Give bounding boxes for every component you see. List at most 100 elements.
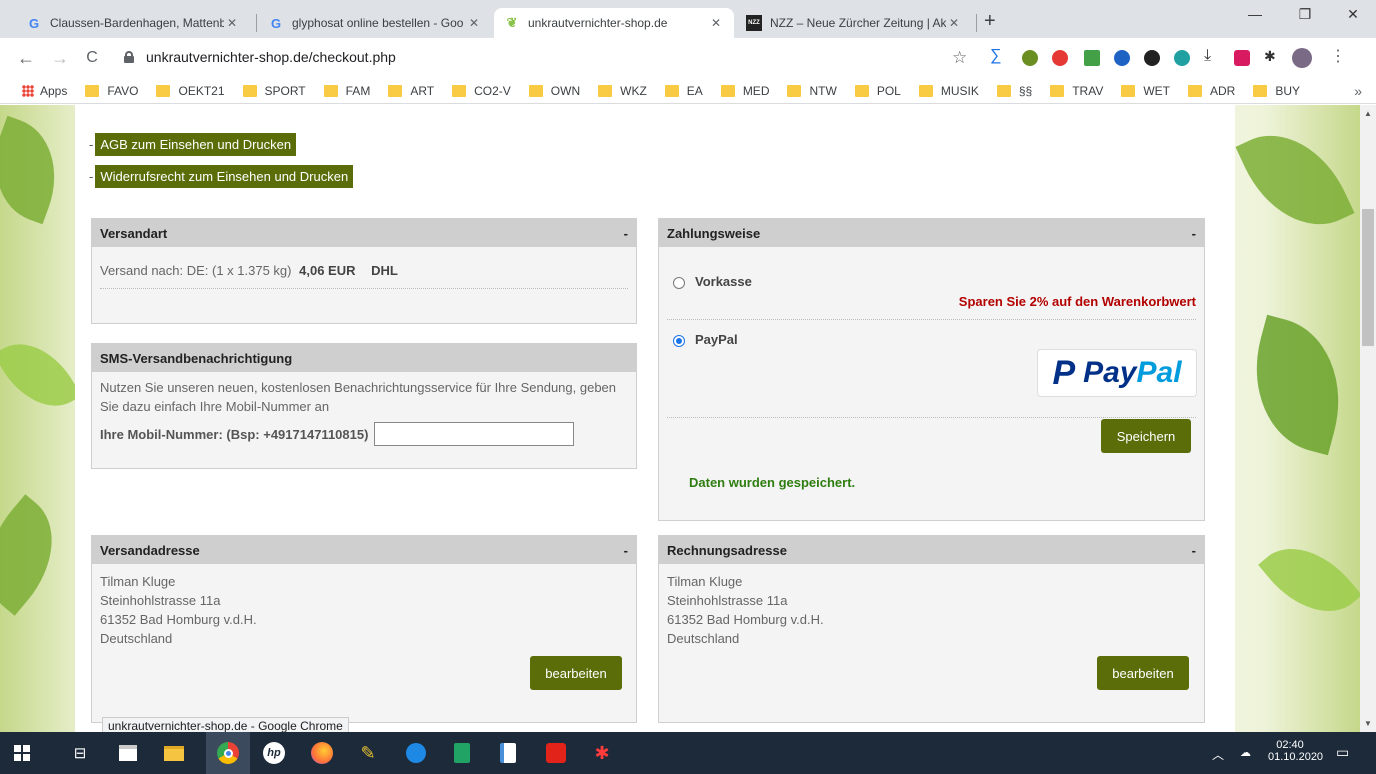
extension-icon[interactable]: [1174, 50, 1190, 66]
bookmarks-bar: Apps FAVO OEKT21 SPORT FAM ART CO2-V OWN…: [0, 78, 1376, 104]
avatar[interactable]: [1292, 48, 1312, 68]
option-label: Vorkasse: [695, 274, 752, 289]
collapse-toggle[interactable]: -: [624, 226, 628, 241]
puzzle-icon[interactable]: ✱: [1264, 48, 1280, 64]
menu-kebab-icon[interactable]: ⋮: [1330, 46, 1346, 65]
sigma-extension-icon[interactable]: ∑: [990, 47, 1008, 64]
radio-vorkasse[interactable]: [673, 276, 685, 289]
bookmark-folder[interactable]: WKZ: [598, 84, 647, 98]
scroll-down-arrow-icon[interactable]: ▼: [1364, 719, 1372, 728]
bookmark-label: NTW: [809, 83, 837, 98]
bookmark-apps[interactable]: Apps: [22, 84, 67, 98]
address-city: 61352 Bad Homburg v.d.H.: [100, 612, 257, 627]
bookmark-folder[interactable]: FAM: [323, 84, 370, 98]
store-icon[interactable]: [116, 741, 140, 765]
file-explorer-icon[interactable]: [162, 741, 186, 765]
agb-link[interactable]: AGB zum Einsehen und Drucken: [95, 133, 297, 156]
scrollbar-thumb[interactable]: [1362, 209, 1374, 346]
mobile-number-input[interactable]: [374, 422, 575, 446]
acrobat-icon[interactable]: [544, 741, 568, 765]
extension-icon[interactable]: [1084, 50, 1100, 66]
close-icon[interactable]: ✕: [466, 16, 482, 30]
bookmark-folder[interactable]: FAVO: [85, 84, 138, 98]
collapse-toggle[interactable]: -: [1192, 226, 1196, 241]
bookmark-folder[interactable]: BUY: [1253, 84, 1300, 98]
tray-chevron-icon[interactable]: ︿: [1212, 746, 1224, 763]
clock[interactable]: 02:40 01.10.2020: [1268, 739, 1324, 763]
bookmark-folder[interactable]: TRAV: [1050, 84, 1103, 98]
chrome-icon[interactable]: [216, 741, 240, 765]
paint-brush-icon[interactable]: ✎: [356, 741, 380, 765]
widerruf-link[interactable]: Widerrufsrecht zum Einsehen und Drucken: [95, 165, 354, 188]
new-tab-button[interactable]: +: [984, 11, 996, 31]
panel-header: Rechnungsadresse -: [659, 536, 1204, 564]
adblock-icon[interactable]: [1052, 50, 1068, 66]
edit-billing-address-button[interactable]: bearbeiten: [1097, 656, 1189, 690]
bookmark-folder[interactable]: NTW: [787, 83, 837, 98]
sms-panel: SMS-Versandbenachrichtigung Nutzen Sie u…: [91, 343, 637, 469]
clock-date: 01.10.2020: [1268, 751, 1324, 763]
extension-icon[interactable]: [1022, 50, 1038, 66]
bookmark-label: WKZ: [620, 83, 647, 98]
panel-body: Versand nach: DE: (1 x 1.375 kg) 4,06 EU…: [92, 247, 636, 297]
collapse-toggle[interactable]: -: [1192, 543, 1196, 558]
bookmark-star-icon[interactable]: ☆: [952, 48, 967, 68]
reload-button[interactable]: C: [80, 48, 104, 68]
page-scrollbar[interactable]: ▲ ▼: [1360, 105, 1376, 732]
collapse-toggle[interactable]: -: [624, 543, 628, 558]
bookmark-folder[interactable]: §§: [996, 84, 1032, 98]
bookmark-folder[interactable]: ADR: [1188, 84, 1235, 98]
bookmark-folder[interactable]: MED: [720, 84, 769, 98]
bookmark-folder[interactable]: ART: [388, 84, 434, 98]
notification-icon[interactable]: ▭: [1336, 744, 1349, 761]
teamviewer-icon[interactable]: [404, 741, 428, 765]
tab-unkrautvernichter[interactable]: ❦ unkrautvernichter-shop.de ✕: [494, 8, 734, 38]
save-button[interactable]: Speichern: [1101, 419, 1191, 453]
minimize-button[interactable]: —: [1232, 6, 1278, 22]
payment-option-paypal[interactable]: PayPal: [673, 332, 738, 347]
spreadsheet-icon[interactable]: [450, 741, 474, 765]
close-window-button[interactable]: ✕: [1330, 6, 1376, 23]
forward-button[interactable]: →: [48, 48, 72, 68]
close-icon[interactable]: ✕: [708, 16, 724, 30]
shield-extension-icon[interactable]: [1114, 50, 1130, 66]
task-view-icon[interactable]: ⊟: [68, 741, 92, 765]
tab-glyphosat[interactable]: G glyphosat online bestellen - Goo ✕: [258, 8, 492, 38]
bookmark-label: ADR: [1210, 83, 1236, 98]
firefox-icon[interactable]: [310, 741, 334, 765]
bookmark-folder[interactable]: SPORT: [242, 84, 306, 98]
app-bug-icon[interactable]: ✱: [590, 741, 614, 765]
payment-option-vorkasse[interactable]: Vorkasse: [673, 274, 752, 289]
document-icon[interactable]: [496, 741, 520, 765]
shipping-carrier: DHL: [371, 263, 398, 278]
pocket-icon[interactable]: [1234, 50, 1250, 66]
tab-nzz[interactable]: NZZ NZZ – Neue Zürcher Zeitung | Ak ✕: [736, 8, 972, 38]
network-icon[interactable]: ☁: [1240, 746, 1251, 759]
bookmark-folder[interactable]: POL: [854, 84, 901, 98]
folder-icon: [242, 84, 257, 97]
bookmarks-overflow-button[interactable]: »: [1354, 83, 1362, 99]
tab-claussen[interactable]: G Claussen-Bardenhagen, Mattenb ✕: [16, 8, 250, 38]
bookmark-folder[interactable]: OWN: [528, 84, 580, 98]
shipping-line: Versand nach: DE: (1 x 1.375 kg) 4,06 EU…: [100, 261, 628, 289]
back-button[interactable]: ←: [14, 48, 38, 68]
edit-shipping-address-button[interactable]: bearbeiten: [530, 656, 622, 690]
scroll-up-arrow-icon[interactable]: ▲: [1364, 109, 1372, 118]
hp-icon[interactable]: hp: [262, 741, 286, 765]
extension-icon[interactable]: [1144, 50, 1160, 66]
radio-paypal[interactable]: [673, 334, 685, 347]
bookmark-folder[interactable]: CO2-V: [452, 84, 511, 98]
restore-button[interactable]: ❐: [1282, 6, 1328, 23]
close-icon[interactable]: ✕: [224, 16, 240, 30]
bookmark-folder[interactable]: EA: [664, 84, 703, 98]
leaf-decoration: [0, 326, 82, 424]
bookmark-folder[interactable]: OEKT21: [156, 84, 225, 98]
clock-time: 02:40: [1276, 739, 1304, 751]
bookmark-folder[interactable]: WET: [1121, 84, 1170, 98]
close-icon[interactable]: ✕: [946, 16, 962, 30]
windows-start-icon[interactable]: [10, 741, 34, 765]
download-icon[interactable]: ⤓: [1204, 47, 1220, 64]
address-body: Tilman Kluge Steinhohlstrasse 11a 61352 …: [92, 564, 636, 656]
bookmark-folder[interactable]: MUSIK: [918, 84, 979, 98]
panel-header: Zahlungsweise -: [659, 219, 1204, 247]
